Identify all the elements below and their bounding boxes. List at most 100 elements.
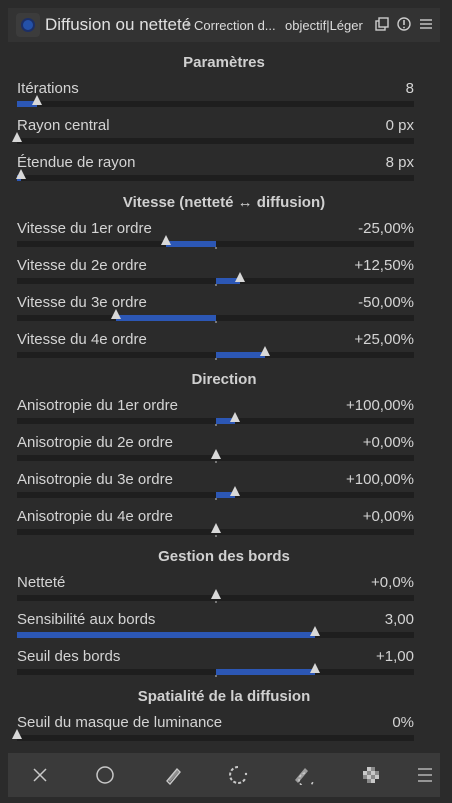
slider-label: Vitesse du 1er ordre — [17, 220, 152, 237]
menu-icon[interactable] — [412, 763, 438, 787]
slider-track[interactable] — [12, 729, 414, 741]
slider-origin-marker — [214, 284, 217, 286]
slider-thumb[interactable] — [160, 235, 171, 245]
slider-label: Anisotropie du 3e ordre — [17, 471, 173, 488]
slider-value: +1,00 — [376, 648, 414, 665]
slider-fill — [165, 241, 216, 247]
presets-menu-icon[interactable] — [418, 16, 434, 32]
slider-value: 3,00 — [384, 611, 414, 628]
slider-fill — [116, 315, 216, 321]
slider-anisotropy-4th[interactable]: Anisotropie du 4e ordre +0,00% — [8, 508, 440, 545]
slider-thumb[interactable] — [230, 412, 241, 422]
slider-origin-marker — [214, 424, 217, 426]
circle-icon[interactable] — [92, 763, 118, 787]
scrollbar[interactable] — [443, 50, 447, 740]
slider-track[interactable] — [17, 589, 414, 603]
slider-label: Anisotropie du 1er ordre — [17, 397, 178, 414]
slider-central-radius[interactable]: Rayon central 0 px — [8, 117, 440, 154]
slider-track[interactable] — [17, 449, 414, 463]
slider-thumb[interactable] — [12, 729, 22, 739]
instance-label[interactable]: objectif|Léger — [285, 18, 363, 33]
slider-track[interactable] — [17, 412, 414, 426]
slider-origin-marker — [214, 321, 217, 323]
slider-anisotropy-3rd[interactable]: Anisotropie du 3e ordre +100,00% — [8, 471, 440, 508]
close-icon[interactable] — [27, 763, 53, 787]
slider-label: Vitesse du 2e ordre — [17, 257, 147, 274]
slider-track[interactable] — [17, 272, 414, 286]
slider-track[interactable] — [15, 169, 414, 181]
slider-thumb[interactable] — [31, 95, 42, 105]
slider-origin-marker — [214, 358, 217, 360]
slider-value: +0,00% — [362, 508, 414, 525]
slider-thumb[interactable] — [260, 346, 271, 356]
slider-thumb[interactable] — [230, 486, 241, 496]
raster-mask-icon[interactable] — [358, 763, 384, 787]
slider-value: 8 px — [385, 154, 414, 171]
slider-sharpness[interactable]: Netteté +0,0% — [8, 574, 440, 611]
slider-speed-4th[interactable]: Vitesse du 4e ordre +25,00% — [8, 331, 440, 368]
slider-track[interactable] — [17, 309, 414, 323]
slider-radius-span[interactable]: Étendue de rayon 8 px — [8, 154, 440, 191]
section-edges: Gestion des bords — [158, 548, 290, 565]
slider-speed-1st[interactable]: Vitesse du 1er ordre -25,00% — [8, 220, 440, 257]
slider-label: Vitesse du 3e ordre — [17, 294, 147, 311]
slider-thumb[interactable] — [309, 626, 320, 636]
slider-anisotropy-1st[interactable]: Anisotropie du 1er ordre +100,00% — [8, 397, 440, 434]
slider-value: +100,00% — [346, 397, 414, 414]
pencil-icon[interactable] — [160, 763, 186, 787]
slider-thumb[interactable] — [15, 169, 26, 179]
slider-luminance-mask-threshold[interactable]: Seuil du masque de luminance 0% — [8, 714, 440, 751]
slider-speed-2nd[interactable]: Vitesse du 2e ordre +12,50% — [8, 257, 440, 294]
slider-label: Anisotropie du 4e ordre — [17, 508, 173, 525]
module-power-icon[interactable] — [16, 13, 40, 37]
module-header[interactable]: Diffusion ou netteté • Correction d... o… — [8, 8, 440, 42]
slider-track[interactable] — [17, 486, 414, 500]
slider-thumb[interactable] — [210, 589, 221, 599]
slider-label: Anisotropie du 2e ordre — [17, 434, 173, 451]
slider-track[interactable] — [17, 235, 414, 249]
slider-thumb[interactable] — [210, 523, 221, 533]
slider-edge-threshold[interactable]: Seuil des bords +1,00 — [8, 648, 440, 685]
slider-thumb[interactable] — [309, 663, 320, 673]
slider-value: -50,00% — [358, 294, 414, 311]
slider-origin-marker — [214, 498, 217, 500]
slider-value: +0,00% — [362, 434, 414, 451]
section-speed: Vitesse (netteté ↔ diffusion) — [122, 194, 326, 211]
slider-value: 8 — [405, 80, 414, 97]
slider-label: Rayon central — [17, 117, 110, 134]
slider-track[interactable] — [17, 523, 414, 537]
slider-thumb[interactable] — [235, 272, 246, 282]
slider-speed-3rd[interactable]: Vitesse du 3e ordre -50,00% — [8, 294, 440, 331]
slider-anisotropy-2nd[interactable]: Anisotropie du 2e ordre +0,00% — [8, 434, 440, 471]
slider-track[interactable] — [17, 663, 414, 677]
slider-iterations[interactable]: Itérations 8 — [8, 80, 440, 117]
slider-label: Seuil des bords — [17, 648, 121, 665]
slider-label: Itérations — [17, 80, 79, 97]
parametric-pencil-icon[interactable] — [292, 763, 318, 787]
slider-value: +25,00% — [354, 331, 414, 348]
slider-track[interactable] — [12, 132, 414, 144]
title-separator: • — [186, 17, 191, 32]
section-params: Paramètres — [183, 54, 265, 71]
slider-thumb[interactable] — [210, 449, 221, 459]
slider-thumb[interactable] — [12, 132, 22, 142]
slider-origin-marker — [214, 247, 217, 249]
slider-fill — [17, 632, 315, 638]
slider-fill — [215, 352, 266, 358]
drawn-parametric-icon[interactable] — [226, 763, 252, 787]
slider-origin-marker — [214, 675, 217, 677]
slider-track[interactable] — [17, 626, 414, 638]
slider-value: 0% — [392, 714, 414, 731]
slider-value: -25,00% — [358, 220, 414, 237]
multi-instance-icon[interactable] — [374, 16, 390, 32]
slider-track[interactable] — [17, 95, 414, 107]
slider-edge-sensitivity[interactable]: Sensibilité aux bords 3,00 — [8, 611, 440, 648]
module-subtitle: Correction d... — [194, 18, 276, 33]
slider-origin-marker — [214, 601, 217, 603]
section-spatiality: Spatialité de la diffusion — [137, 688, 311, 705]
slider-thumb[interactable] — [111, 309, 122, 319]
slider-track[interactable] — [17, 346, 414, 360]
reset-icon[interactable] — [396, 16, 412, 32]
slider-label: Étendue de rayon — [17, 154, 136, 171]
slider-label: Sensibilité aux bords — [17, 611, 156, 628]
